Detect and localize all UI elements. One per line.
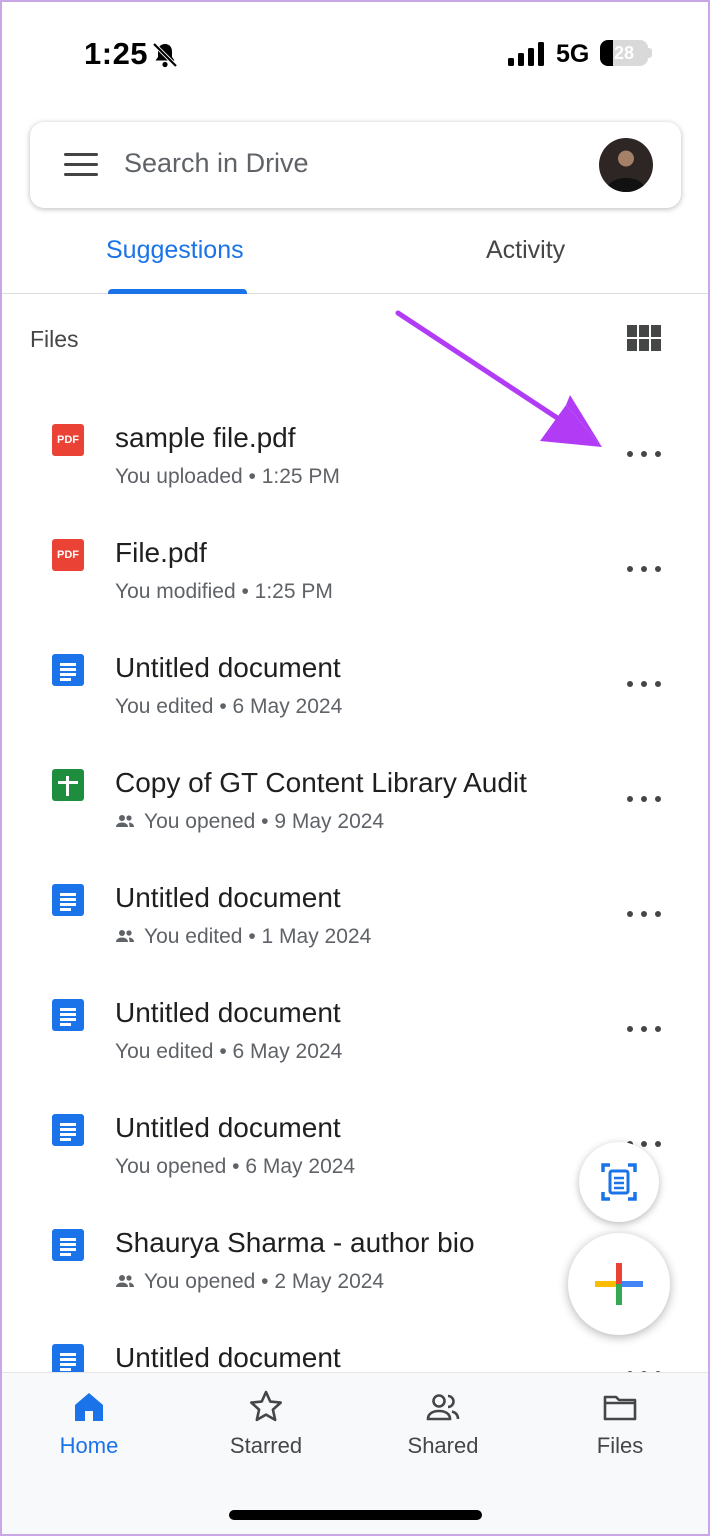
home-icon bbox=[75, 1393, 103, 1421]
plus-icon bbox=[595, 1263, 643, 1305]
nav-starred[interactable]: Starred bbox=[206, 1389, 326, 1459]
tab-active-indicator bbox=[108, 289, 247, 294]
grid-view-icon[interactable] bbox=[627, 325, 661, 353]
more-options-icon[interactable] bbox=[624, 906, 664, 922]
pdf-file-icon bbox=[52, 424, 84, 456]
more-options-icon[interactable] bbox=[624, 791, 664, 807]
file-meta: You modified • 1:25 PM bbox=[115, 580, 333, 603]
nav-starred-label: Starred bbox=[229, 1433, 303, 1458]
file-meta: You opened • 9 May 2024 bbox=[144, 810, 385, 833]
scan-button[interactable] bbox=[579, 1142, 659, 1222]
nav-files-label: Files bbox=[596, 1433, 644, 1458]
nav-home[interactable]: Home bbox=[29, 1389, 149, 1459]
file-meta: You edited • 6 May 2024 bbox=[115, 1040, 343, 1063]
more-options-icon[interactable] bbox=[624, 676, 664, 692]
docs-file-icon bbox=[52, 1229, 84, 1261]
file-meta: You edited • 1 May 2024 bbox=[144, 925, 372, 948]
file-title: Untitled document bbox=[115, 652, 341, 683]
tab-bar: Suggestions Activity bbox=[0, 222, 710, 294]
tab-activity[interactable]: Activity bbox=[486, 236, 565, 265]
file-meta: You edited • 6 May 2024 bbox=[115, 695, 343, 718]
file-title: Untitled document bbox=[115, 882, 341, 913]
section-label: Files bbox=[30, 326, 79, 352]
battery-nub bbox=[648, 48, 652, 58]
nav-shared[interactable]: Shared bbox=[383, 1389, 503, 1459]
star-icon bbox=[250, 1390, 282, 1422]
file-title: Untitled document bbox=[115, 997, 341, 1028]
shared-people-icon bbox=[116, 1275, 134, 1287]
home-indicator bbox=[229, 1510, 482, 1520]
status-bar: 1:25 5G 28 bbox=[0, 0, 710, 100]
pdf-file-icon bbox=[52, 539, 84, 571]
folder-icon bbox=[603, 1395, 637, 1421]
bell-off-icon bbox=[152, 42, 178, 68]
nav-shared-label: Shared bbox=[407, 1433, 479, 1458]
nav-files[interactable]: Files bbox=[560, 1389, 680, 1459]
file-title: sample file.pdf bbox=[115, 422, 296, 453]
account-avatar[interactable] bbox=[599, 138, 653, 192]
status-time: 1:25 bbox=[84, 36, 149, 71]
nav-home-label: Home bbox=[59, 1433, 119, 1458]
new-button[interactable] bbox=[568, 1233, 670, 1335]
sheets-file-icon bbox=[52, 769, 84, 801]
battery-percent: 28 bbox=[613, 43, 635, 63]
file-row[interactable]: Untitled document You edited • 1 May 2024 bbox=[0, 840, 710, 955]
docs-file-icon bbox=[52, 999, 84, 1031]
annotation-arrow-icon bbox=[395, 310, 602, 447]
file-title: File.pdf bbox=[115, 537, 207, 568]
shared-people-icon bbox=[116, 815, 134, 827]
file-meta: You opened • 6 May 2024 bbox=[115, 1155, 356, 1178]
file-row[interactable]: Untitled document You edited • 6 May 2024 bbox=[0, 610, 710, 725]
file-meta: You uploaded • 1:25 PM bbox=[115, 465, 340, 488]
more-options-icon[interactable] bbox=[624, 1021, 664, 1037]
file-title: Shaurya Sharma - author bio bbox=[115, 1227, 475, 1258]
battery-icon: 28 bbox=[600, 40, 648, 66]
file-title: Copy of GT Content Library Audit bbox=[115, 767, 527, 798]
file-meta: You opened • 2 May 2024 bbox=[144, 1270, 385, 1293]
file-row[interactable]: Copy of GT Content Library Audit You open… bbox=[0, 725, 710, 840]
file-row[interactable]: Untitled document You edited • 6 May 2024 bbox=[0, 955, 710, 1070]
docs-file-icon bbox=[52, 654, 84, 686]
people-icon bbox=[426, 1394, 460, 1421]
menu-icon[interactable] bbox=[64, 153, 98, 177]
cellular-signal-icon bbox=[508, 42, 544, 66]
search-bar[interactable]: Search in Drive bbox=[30, 122, 681, 208]
shared-people-icon bbox=[116, 930, 134, 942]
more-options-icon[interactable] bbox=[624, 561, 664, 577]
network-type: 5G bbox=[556, 40, 590, 68]
search-input[interactable]: Search in Drive bbox=[124, 148, 309, 179]
tab-suggestions[interactable]: Suggestions bbox=[106, 236, 244, 265]
file-title: Untitled document bbox=[115, 1112, 341, 1143]
more-options-icon[interactable] bbox=[624, 446, 664, 462]
file-row[interactable]: File.pdf You modified • 1:25 PM bbox=[0, 495, 710, 610]
docs-file-icon bbox=[52, 1114, 84, 1146]
file-title: Untitled document bbox=[115, 1342, 341, 1373]
docs-file-icon bbox=[52, 884, 84, 916]
document-scanner-icon bbox=[601, 1163, 637, 1201]
